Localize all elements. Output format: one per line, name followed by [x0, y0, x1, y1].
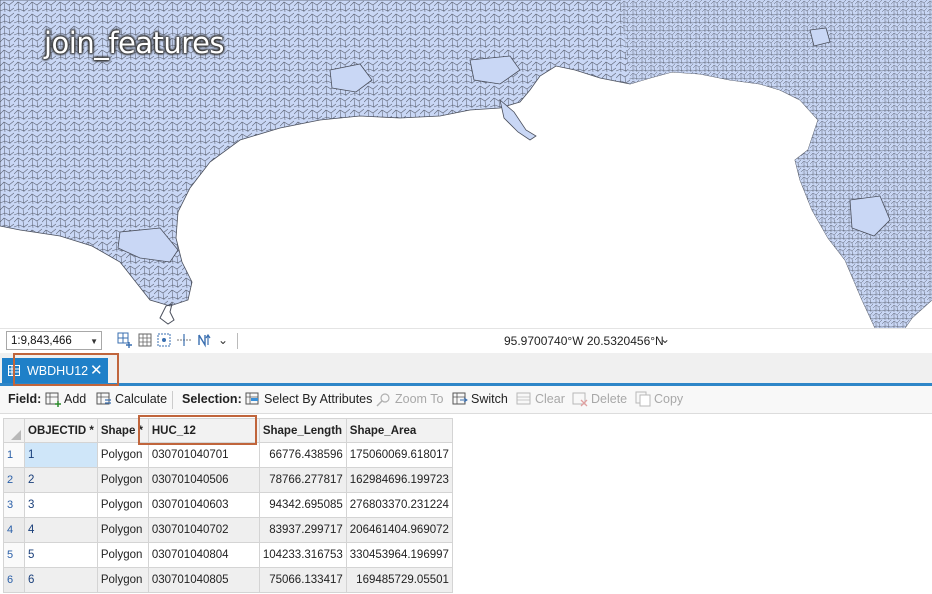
add-button[interactable]: Add — [64, 392, 86, 406]
column-header-objectid[interactable]: OBJECTID * — [24, 418, 98, 443]
table-row[interactable]: 6 6 Polygon 030701040805 75066.133417 16… — [3, 567, 453, 593]
table-row[interactable]: 3 3 Polygon 030701040603 94342.695085 27… — [3, 492, 453, 518]
cell-shape-area[interactable]: 162984696.199723 — [345, 467, 453, 493]
corner-triangle-icon — [11, 430, 21, 440]
row-number[interactable]: 4 — [3, 517, 25, 543]
highlight-box-huc12-column — [138, 415, 257, 445]
table-toolbar: Field: Add Calculate Selection: Select B… — [0, 386, 932, 414]
cell-huc12[interactable]: 030701040805 — [147, 567, 260, 593]
divider — [172, 391, 173, 409]
cell-shape[interactable]: Polygon — [96, 492, 149, 518]
switch-selection-icon[interactable] — [452, 391, 468, 407]
cell-shape-length[interactable]: 94342.695085 — [258, 492, 347, 518]
map-title: join_features — [44, 26, 225, 60]
cell-shape-length[interactable]: 75066.133417 — [258, 567, 347, 593]
grid-icon[interactable] — [137, 332, 153, 348]
cell-huc12[interactable]: 030701040603 — [147, 492, 260, 518]
row-number[interactable]: 5 — [3, 542, 25, 568]
cell-shape-length[interactable]: 66776.438596 — [258, 442, 347, 468]
scale-dropdown[interactable]: 1:9,843,466 ▼ — [6, 331, 102, 350]
north-arrow-icon[interactable] — [196, 332, 212, 348]
cell-shape[interactable]: Polygon — [96, 517, 149, 543]
copy-button[interactable]: Copy — [654, 392, 683, 406]
cell-shape[interactable]: Polygon — [96, 442, 149, 468]
delete-icon[interactable] — [572, 391, 588, 407]
table-row[interactable]: 5 5 Polygon 030701040804 104233.316753 3… — [3, 542, 453, 568]
cell-huc12[interactable]: 030701040702 — [147, 517, 260, 543]
row-number[interactable]: 1 — [3, 442, 25, 468]
clear-selection-icon[interactable] — [516, 391, 532, 407]
cell-shape-length[interactable]: 104233.316753 — [258, 542, 347, 568]
calculate-icon[interactable] — [96, 391, 112, 407]
cell-shape-area[interactable]: 206461404.969072 — [345, 517, 453, 543]
delete-button[interactable]: Delete — [591, 392, 627, 406]
cell-shape-area[interactable]: 169485729.05501 — [345, 567, 453, 593]
copy-icon[interactable] — [635, 391, 651, 407]
cell-shape[interactable]: Polygon — [96, 467, 149, 493]
field-label: Field: — [8, 392, 42, 406]
zoom-to-button[interactable]: Zoom To — [395, 392, 443, 406]
table-tab-strip: WBDHU12 ✕ — [0, 353, 932, 386]
switch-button[interactable]: Switch — [471, 392, 508, 406]
table-row[interactable]: 1 1 Polygon 030701040701 66776.438596 17… — [3, 442, 453, 468]
cell-objectid[interactable]: 2 — [24, 467, 98, 493]
snapping-icon[interactable] — [156, 332, 172, 348]
grid-add-icon[interactable] — [117, 332, 133, 348]
highlight-box-tab — [13, 353, 119, 386]
cell-shape[interactable]: Polygon — [96, 567, 149, 593]
map-status-bar: 1:9,843,466 ▼ ⌄ 95.9700740°W 20.5320456°… — [0, 328, 932, 354]
calculate-button[interactable]: Calculate — [115, 392, 167, 406]
cell-objectid[interactable]: 6 — [24, 567, 98, 593]
cell-shape-length[interactable]: 83937.299717 — [258, 517, 347, 543]
selection-label: Selection: — [182, 392, 242, 406]
clear-button[interactable]: Clear — [535, 392, 565, 406]
row-number[interactable]: 3 — [3, 492, 25, 518]
select-by-attributes-button[interactable]: Select By Attributes — [264, 392, 372, 406]
cell-objectid[interactable]: 5 — [24, 542, 98, 568]
column-header-shape-area[interactable]: Shape_Area — [345, 418, 453, 443]
cell-shape-area[interactable]: 276803370.231224 — [345, 492, 453, 518]
row-number[interactable]: 6 — [3, 567, 25, 593]
table-row[interactable]: 4 4 Polygon 030701040702 83937.299717 20… — [3, 517, 453, 543]
cell-huc12[interactable]: 030701040506 — [147, 467, 260, 493]
cell-objectid[interactable]: 4 — [24, 517, 98, 543]
scale-value: 1:9,843,466 — [11, 335, 72, 347]
cell-shape[interactable]: Polygon — [96, 542, 149, 568]
cell-huc12[interactable]: 030701040701 — [147, 442, 260, 468]
cell-shape-area[interactable]: 175060069.618017 — [345, 442, 453, 468]
cell-shape-length[interactable]: 78766.277817 — [258, 467, 347, 493]
map-view[interactable]: join_features — [0, 0, 932, 328]
constraints-icon[interactable] — [176, 332, 192, 348]
cell-objectid[interactable]: 1 — [24, 442, 98, 468]
cell-objectid[interactable]: 3 — [24, 492, 98, 518]
zoom-to-icon[interactable] — [376, 391, 392, 407]
cell-huc12[interactable]: 030701040804 — [147, 542, 260, 568]
coordinate-readout: 95.9700740°W 20.5320456°N — [504, 334, 664, 348]
chevron-down-icon: ▼ — [90, 337, 98, 346]
select-all-corner[interactable] — [3, 418, 25, 443]
chevron-down-icon[interactable]: ⌄ — [660, 332, 670, 346]
add-field-icon[interactable] — [45, 391, 61, 407]
row-number[interactable]: 2 — [3, 467, 25, 493]
select-by-attributes-icon[interactable] — [245, 391, 261, 407]
cell-shape-area[interactable]: 330453964.196997 — [345, 542, 453, 568]
divider — [237, 333, 238, 349]
column-header-shape-length[interactable]: Shape_Length — [258, 418, 347, 443]
table-row[interactable]: 2 2 Polygon 030701040506 78766.277817 16… — [3, 467, 453, 493]
chevron-down-icon[interactable]: ⌄ — [218, 333, 228, 347]
